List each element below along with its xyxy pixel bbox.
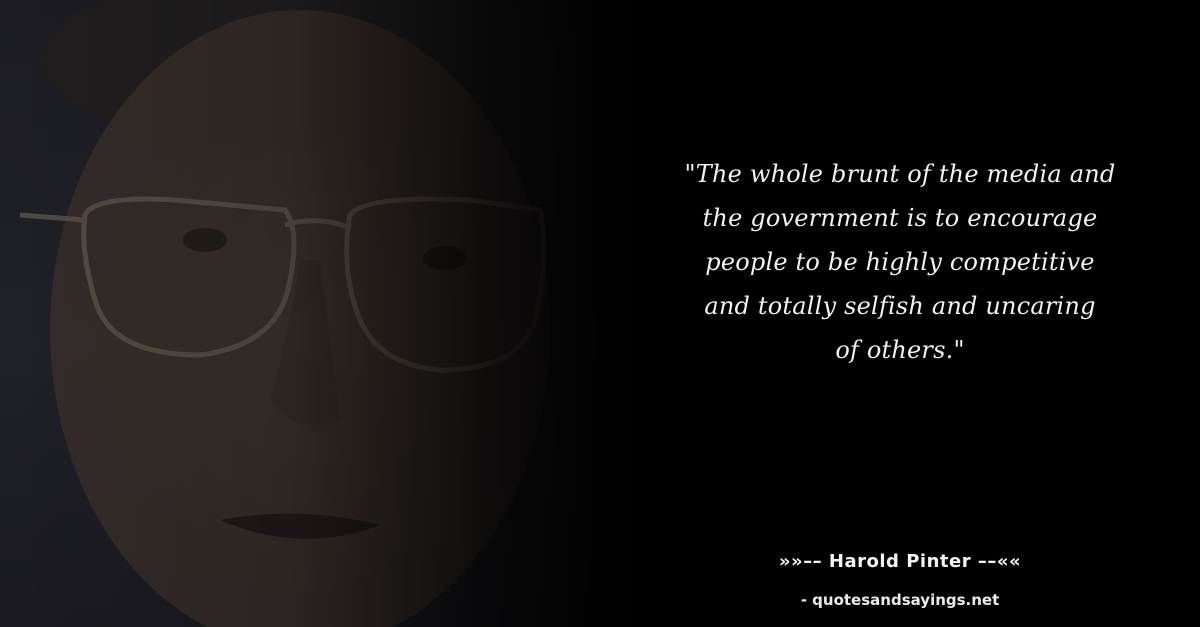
author-name: »»–– Harold Pinter ––«« bbox=[778, 551, 1022, 572]
quote-text: "The whole brunt of the media and the go… bbox=[684, 160, 1116, 364]
source-site: - quotesandsayings.net bbox=[800, 591, 1000, 609]
portrait-illustration bbox=[19, 0, 560, 627]
author-portrait bbox=[0, 0, 640, 627]
quote-card: "The whole brunt of the media and the go… bbox=[0, 0, 1200, 627]
